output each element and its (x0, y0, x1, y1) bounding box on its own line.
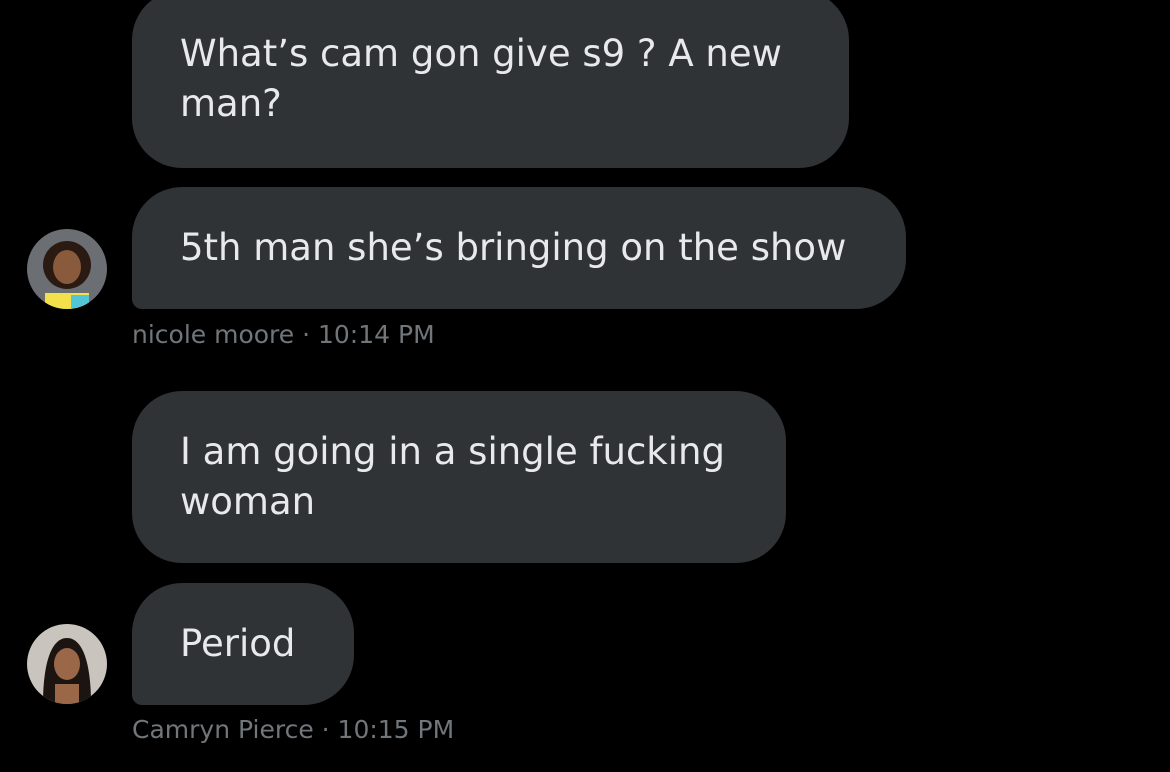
avatar-photo-icon (27, 624, 107, 704)
avatar[interactable] (27, 624, 107, 704)
message-text: 5th man she’s bringing on the show (180, 226, 847, 269)
message-bubble[interactable]: 5th man she’s bringing on the show (132, 187, 906, 309)
message-text: I am going in a single fucking woman (180, 430, 725, 523)
message-meta: Camryn Pierce · 10:15 PM (132, 715, 455, 744)
message-bubble[interactable]: What’s cam gon give s9 ? A new man? (132, 0, 849, 168)
message-text: Period (180, 622, 296, 665)
message-meta: nicole moore · 10:14 PM (132, 320, 435, 349)
avatar-photo-icon (27, 229, 107, 309)
message-text: What’s cam gon give s9 ? A new man? (180, 32, 782, 125)
message-bubble[interactable]: I am going in a single fucking woman (132, 391, 786, 563)
avatar[interactable] (27, 229, 107, 309)
message-bubble[interactable]: Period (132, 583, 354, 705)
